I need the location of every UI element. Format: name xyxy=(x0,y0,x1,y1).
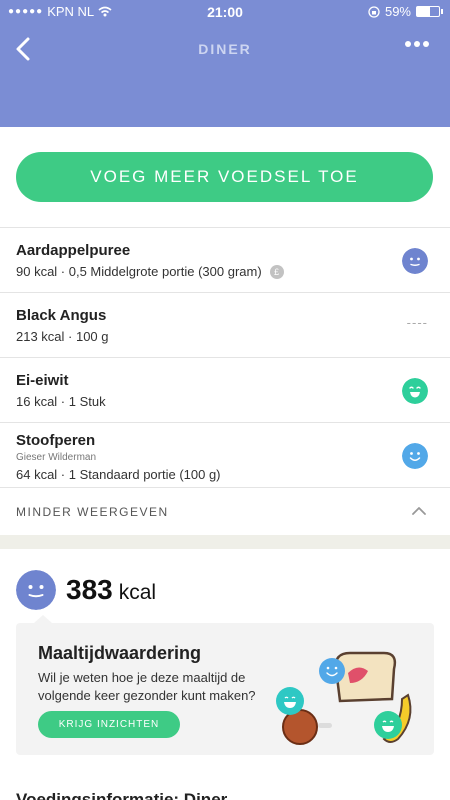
premium-coin-icon: £ xyxy=(269,264,284,279)
meal-rating-face-icon xyxy=(16,570,56,610)
smile-face-icon xyxy=(402,443,428,469)
chevron-up-icon xyxy=(412,507,426,515)
card-text: Wil je weten hoe je deze maaltijd de vol… xyxy=(38,670,256,703)
food-detail: 90 kcal · 0,5 Middelgrote portie (300 gr… xyxy=(16,264,262,279)
orientation-lock-icon xyxy=(368,5,380,18)
meal-rating-card: Maaltijdwaardering Wil je weten hoe je d… xyxy=(16,615,434,755)
status-bar: ●●●●● KPN NL 21:00 59% xyxy=(0,0,450,24)
food-brand: Gieser Wilderman xyxy=(16,452,97,463)
food-item-stoofperen[interactable]: Stoofperen Gieser Wilderman 64 kcal · 1 … xyxy=(0,422,450,487)
food-item-black-angus[interactable]: Black Angus 213 kcal · 100 g ---- xyxy=(0,292,450,357)
section-divider xyxy=(0,535,450,549)
nutrition-info-heading: Voedingsinformatie: Diner xyxy=(16,790,228,800)
show-less-toggle[interactable]: MINDER WEERGEVEN xyxy=(0,487,450,535)
battery-icon xyxy=(416,6,443,17)
neutral-face-icon xyxy=(402,248,428,274)
get-insights-button[interactable]: KRIJG INZICHTEN xyxy=(38,711,180,738)
more-options-icon[interactable] xyxy=(404,40,430,48)
food-name: Stoofperen xyxy=(16,432,96,449)
happy-face-icon xyxy=(402,378,428,404)
food-name: Ei-eiwit xyxy=(16,372,69,389)
add-food-button[interactable]: VOEG MEER VOEDSEL TOE xyxy=(16,152,433,202)
show-less-label: MINDER WEERGEVEN xyxy=(16,505,169,519)
kcal-unit: kcal xyxy=(118,581,157,604)
food-name: Black Angus xyxy=(16,307,107,324)
food-detail: 16 kcal · 1 Stuk xyxy=(16,394,106,409)
no-rating-placeholder: ---- xyxy=(406,315,428,330)
food-detail: 64 kcal · 1 Standaard portie (100 g) xyxy=(16,467,221,482)
food-list: Aardappelpuree 90 kcal · 0,5 Middelgrote… xyxy=(0,227,450,487)
food-detail: 213 kcal · 100 g xyxy=(16,329,109,344)
kcal-value: 383 xyxy=(66,574,113,605)
card-title: Maaltijdwaardering xyxy=(38,643,202,663)
page-title: DINER xyxy=(198,41,252,57)
food-item-ei-eiwit[interactable]: Ei-eiwit 16 kcal · 1 Stuk xyxy=(0,357,450,422)
food-item-aardappelpuree[interactable]: Aardappelpuree 90 kcal · 0,5 Middelgrote… xyxy=(0,227,450,292)
battery-percent: 59% xyxy=(384,4,411,19)
food-name: Aardappelpuree xyxy=(16,242,131,259)
meal-kcal-total: 383 kcal xyxy=(66,574,156,606)
header-bar: ●●●●● KPN NL 21:00 59% DINER xyxy=(0,0,450,127)
food-illustration xyxy=(276,651,412,745)
